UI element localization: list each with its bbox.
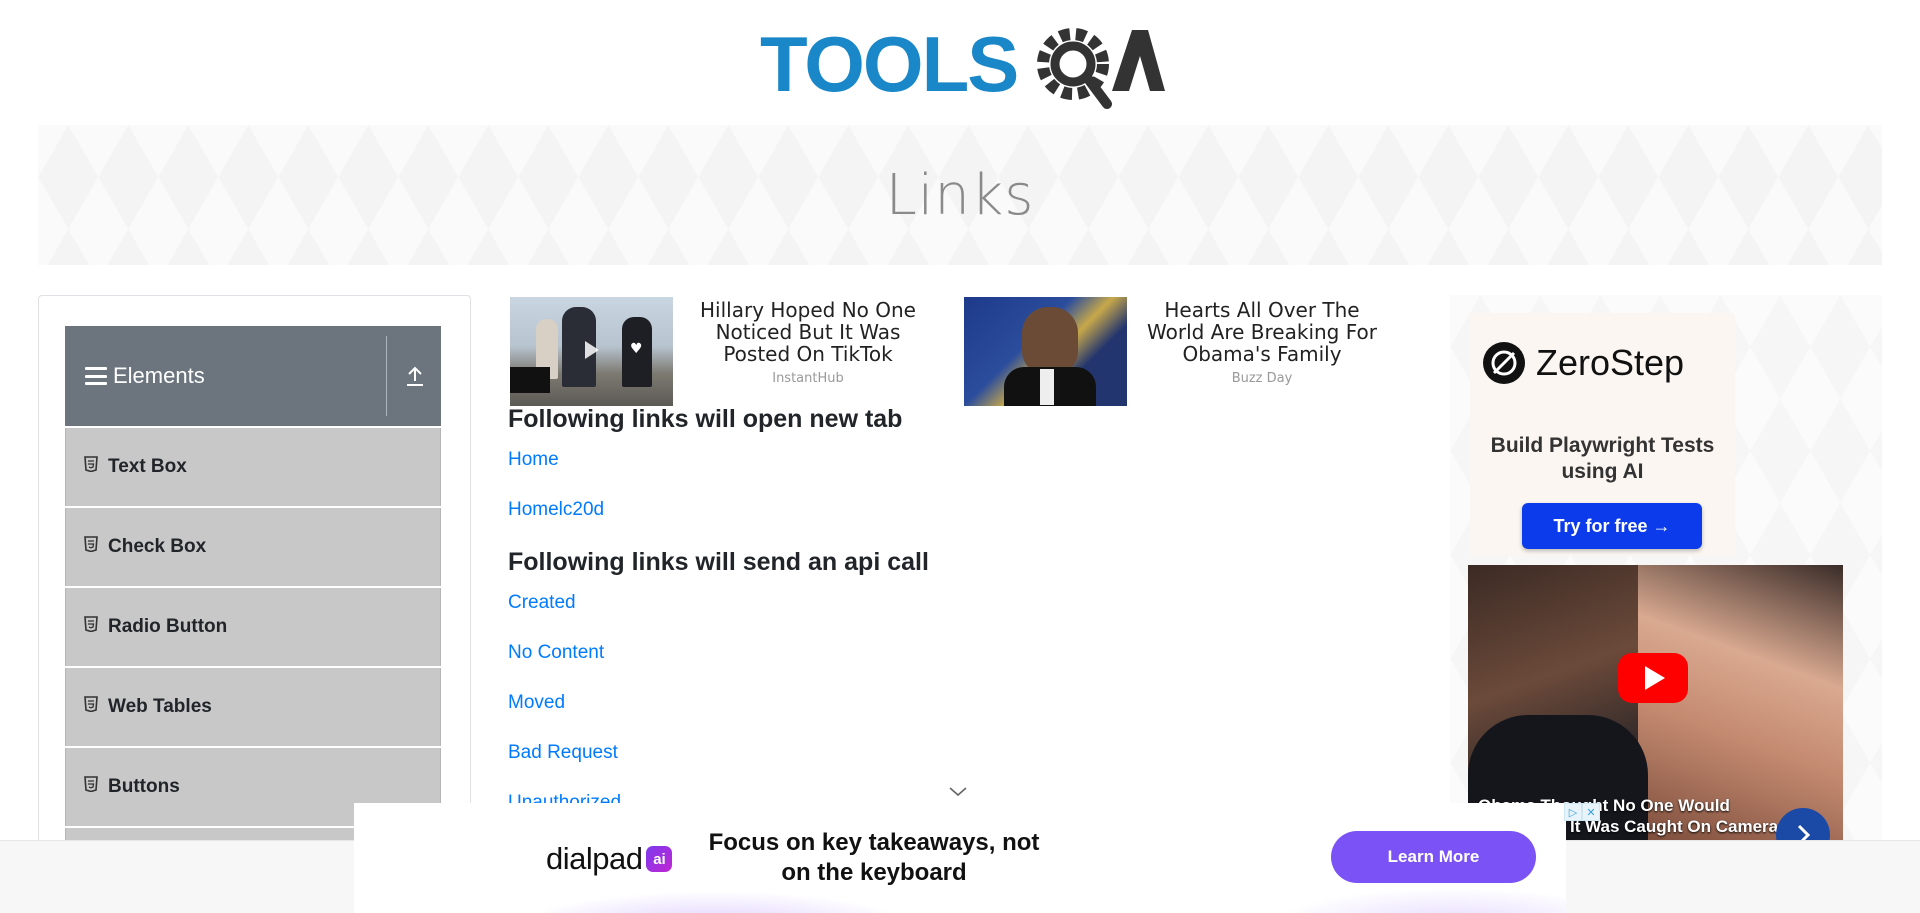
moved-link[interactable]: Moved [508,691,1108,714]
divider [386,336,387,416]
learn-more-button[interactable]: Learn More [1331,831,1536,883]
home-link[interactable]: Home [508,448,1108,471]
dialpad-logo: dialpad ai [546,841,673,877]
collapse-toggle[interactable] [395,354,435,398]
ad-title[interactable]: Hearts All Over The World Are Breaking F… [1133,299,1391,365]
sidebar-item-label: Web Tables [108,696,212,717]
play-icon [585,341,599,359]
svg-text:TOOLS: TOOLS [760,20,1017,108]
dialpad-ad[interactable]: ▷ ✕ dialpad ai Focus on key takeaways, n… [354,803,1600,913]
dialpad-ai-badge: ai [646,846,673,872]
play-icon [1645,666,1665,690]
dialpad-headline: Focus on key takeaways, not on the keybo… [708,829,1040,886]
page-banner: Links [38,125,1882,265]
bad-request-link[interactable]: Bad Request [508,741,1108,764]
html5-icon [84,616,98,632]
dynamic-home-link[interactable]: Homelc20d [508,498,1108,521]
sidebar-item-label: Text Box [108,456,187,477]
ad-card[interactable]: ♥ Hillary Hoped No One Noticed But It Wa… [510,297,943,407]
right-ad-column: ZeroStep Build Playwright Tests using AI… [1450,295,1882,845]
created-link[interactable]: Created [508,591,1108,614]
upload-arrow-icon [407,366,423,386]
sidebar-item-radio-button[interactable]: Radio Button [65,588,441,666]
ad-thumbnail [964,297,1127,406]
html5-icon [84,776,98,792]
ad-source: Buzz Day [1231,371,1293,386]
ad-title[interactable]: Hillary Hoped No One Noticed But It Was … [679,299,937,365]
html5-icon [84,536,98,552]
ad-choices[interactable]: ▷ ✕ [1564,803,1600,821]
sidebar-item-label: Radio Button [108,616,228,637]
no-content-link[interactable]: No Content [508,641,1108,664]
close-icon[interactable]: ✕ [1582,803,1600,821]
ad-card[interactable]: Hearts All Over The World Are Breaking F… [964,297,1397,407]
section-heading-new-tab: Following links will open new tab [508,405,903,433]
elements-group-header[interactable]: Elements [65,326,441,426]
toolsqa-logo[interactable]: TOOLS [760,18,1165,114]
heart-icon: ♥ [630,341,643,357]
ad-thumbnail: ♥ [510,297,673,406]
html5-icon [84,456,98,472]
try-for-free-button[interactable]: Try for free → [1522,503,1702,549]
sidebar-item-check-box[interactable]: Check Box [65,508,441,586]
zerostep-tagline: Build Playwright Tests using AI [1490,434,1715,483]
sidebar-item-web-tables[interactable]: Web Tables [65,668,441,746]
ad-source: InstantHub [772,371,844,386]
zerostep-brand: ZeroStep [1536,342,1685,383]
adchoices-icon[interactable]: ▷ [1564,803,1582,821]
chevron-down-icon[interactable] [948,785,968,799]
dialpad-brand: dialpad [546,841,643,876]
zerostep-logo: ZeroStep [1482,341,1684,385]
sidebar-item-label: Check Box [108,536,207,557]
group-title: Elements [113,363,205,388]
html5-icon [84,696,98,712]
play-button[interactable] [1618,653,1688,703]
zerostep-ad[interactable]: ZeroStep Build Playwright Tests using AI… [1470,313,1735,555]
hamburger-icon [85,367,107,385]
page-title: Links [885,162,1035,228]
sidebar-item-text-box[interactable]: Text Box [65,428,441,506]
links-content: Following links will open new tab Home H… [508,405,1108,841]
section-heading-api: Following links will send an api call [508,548,929,576]
sidebar-item-label: Buttons [108,776,180,797]
zerostep-logo-icon [1483,342,1525,384]
